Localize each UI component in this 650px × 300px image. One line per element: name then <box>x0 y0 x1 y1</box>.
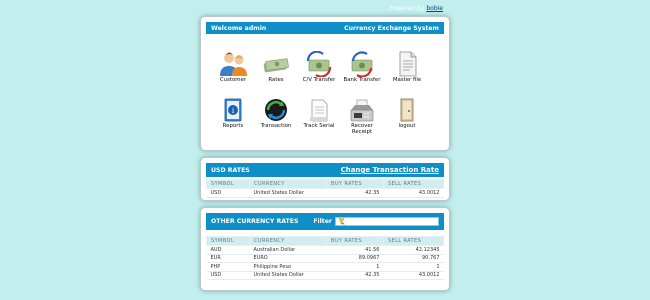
cell-symbol: AUD <box>206 245 250 255</box>
cell-sell: 43.0012 <box>383 271 444 280</box>
author-link[interactable]: bobie <box>426 5 443 12</box>
col-symbol: SYMBOL <box>206 179 250 189</box>
table-row: USD United States Dollar 42.35 43.0012 <box>206 188 444 198</box>
customer-icon <box>220 52 247 76</box>
cell-buy: 42.35 <box>326 188 384 198</box>
menu-label: C/V Transfer <box>302 77 336 83</box>
menu-rates[interactable]: Rates <box>255 51 297 83</box>
other-rates-title: OTHER CURRENCY RATES <box>211 218 299 225</box>
cv-transfer-icon <box>306 51 332 77</box>
cell-symbol: EUR <box>206 254 250 263</box>
panel-header: Welcome admin Currency Exchange System <box>206 22 444 34</box>
master-file-icon <box>399 51 417 77</box>
col-sell: SELL RATES <box>382 236 445 246</box>
filter-icon <box>338 218 345 225</box>
cell-buy: 1 <box>326 262 384 272</box>
table-row: PHP Philippine Peso 1 1 <box>206 262 444 272</box>
usd-rates-title: USD RATES <box>211 166 250 174</box>
money-icon <box>263 58 289 73</box>
menu-logout[interactable]: logout <box>386 97 428 129</box>
menu-label: Rates <box>268 77 284 83</box>
menu-label: Track Serial <box>303 123 335 129</box>
cell-sell: 1 <box>383 262 444 272</box>
filter-label: Filter <box>313 218 332 225</box>
table-row: AUD Australian Dollar 41.56 42.12345 <box>206 245 444 255</box>
col-buy: BUY RATES <box>326 179 384 189</box>
menu-track-serial[interactable]: Track Serial <box>298 97 340 129</box>
cell-currency: EURO <box>249 254 327 263</box>
menu-master-file[interactable]: Master file <box>386 51 428 83</box>
bank-transfer-icon <box>351 51 373 77</box>
menu-label: Recover Receipt <box>351 123 373 135</box>
other-rates-header: OTHER CURRENCY RATES Filter <box>206 213 444 230</box>
change-rate-link[interactable]: Change Transaction Rate <box>341 166 439 174</box>
other-rates-table: SYMBOL CURRENCY BUY RATES SELL RATES AUD… <box>206 236 445 280</box>
cell-sell: 43.0012 <box>383 188 444 198</box>
menu-label: Master file <box>392 77 422 83</box>
cell-currency: United States Dollar <box>249 188 327 198</box>
menu-label: Customer <box>219 77 247 83</box>
menu-grid: Customer Rates C/V Transfer Bank Transfe… <box>206 39 444 144</box>
cell-currency: Australian Dollar <box>249 245 327 255</box>
cell-buy: 42.35 <box>326 271 384 280</box>
col-symbol: SYMBOL <box>206 236 250 246</box>
usd-rates-panel: USD RATES Change Transaction Rate SYMBOL… <box>200 157 450 201</box>
menu-cv-transfer[interactable]: C/V Transfer <box>298 51 340 83</box>
col-currency: CURRENCY <box>249 179 327 189</box>
filter-group: Filter <box>313 217 439 226</box>
col-buy: BUY RATES <box>326 236 384 246</box>
cell-symbol: USD <box>206 271 250 280</box>
menu-label: Transaction <box>260 123 292 129</box>
cell-symbol: USD <box>206 188 250 198</box>
menu-label: Reports <box>222 123 244 129</box>
main-panel: Welcome admin Currency Exchange System C… <box>200 16 450 151</box>
reports-icon: i <box>224 98 242 122</box>
powered-by-text: Powered By <box>389 5 425 12</box>
powered-by: Powered By bobie <box>389 5 443 12</box>
table-row: EUR EURO 89.0967 90.767 <box>206 254 444 263</box>
other-rates-panel: OTHER CURRENCY RATES Filter SYMBOL CURRE… <box>200 207 450 291</box>
cell-buy: 89.0967 <box>326 254 384 263</box>
col-sell: SELL RATES <box>382 179 445 189</box>
system-title: Currency Exchange System <box>344 24 439 32</box>
col-currency: CURRENCY <box>249 236 327 246</box>
cell-sell: 42.12345 <box>383 245 444 255</box>
cash-register-icon <box>350 99 374 122</box>
table-header-row: SYMBOL CURRENCY BUY RATES SELL RATES <box>206 179 445 189</box>
usd-rates-table: SYMBOL CURRENCY BUY RATES SELL RATES USD… <box>206 179 445 198</box>
cell-currency: Philippine Peso <box>249 262 327 272</box>
usd-rates-header: USD RATES Change Transaction Rate <box>206 163 444 177</box>
logout-icon <box>400 98 414 122</box>
menu-label: Bank Transfer <box>343 77 381 83</box>
menu-label: logout <box>398 123 416 129</box>
welcome-text: Welcome admin <box>211 24 267 32</box>
cell-symbol: PHP <box>206 262 250 272</box>
menu-reports[interactable]: i Reports <box>212 97 254 129</box>
track-serial-icon <box>310 99 328 122</box>
table-header-row: SYMBOL CURRENCY BUY RATES SELL RATES <box>206 236 445 246</box>
menu-recover-receipt[interactable]: Recover Receipt <box>341 97 383 135</box>
cell-buy: 41.56 <box>326 245 384 255</box>
menu-customer[interactable]: Customer <box>212 51 254 83</box>
filter-input[interactable] <box>335 217 439 226</box>
transaction-icon <box>265 99 287 121</box>
cell-sell: 90.767 <box>383 254 444 263</box>
menu-transaction[interactable]: Transaction <box>255 97 297 129</box>
table-row: USD United States Dollar 42.35 43.0012 <box>206 271 444 280</box>
menu-bank-transfer[interactable]: Bank Transfer <box>341 51 383 83</box>
cell-currency: United States Dollar <box>249 271 327 280</box>
